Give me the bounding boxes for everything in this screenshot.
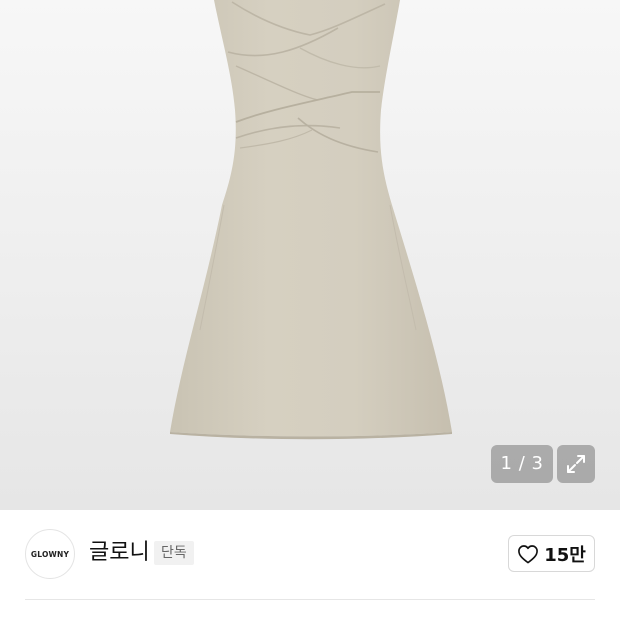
brand-logo[interactable]: GLOWNY: [25, 529, 75, 579]
exclusive-badge: 단독: [154, 541, 194, 565]
brand-name-link[interactable]: 글로니: [89, 538, 150, 568]
like-button[interactable]: 15만: [508, 535, 595, 572]
like-count: 15만: [544, 544, 586, 566]
section-divider: [25, 599, 595, 600]
brand-logo-text: GLOWNY: [30, 549, 70, 559]
product-image-dress: [170, 0, 452, 440]
pager-text: 1 / 3: [500, 453, 544, 474]
expand-icon: [567, 455, 585, 473]
product-image-gallery[interactable]: 1 / 3: [0, 0, 620, 510]
brand-row: GLOWNY 글로니 단독 15만: [0, 510, 620, 600]
heart-outline-icon: [518, 544, 539, 563]
expand-image-button[interactable]: [557, 445, 595, 483]
image-pager-indicator: 1 / 3: [491, 445, 553, 483]
